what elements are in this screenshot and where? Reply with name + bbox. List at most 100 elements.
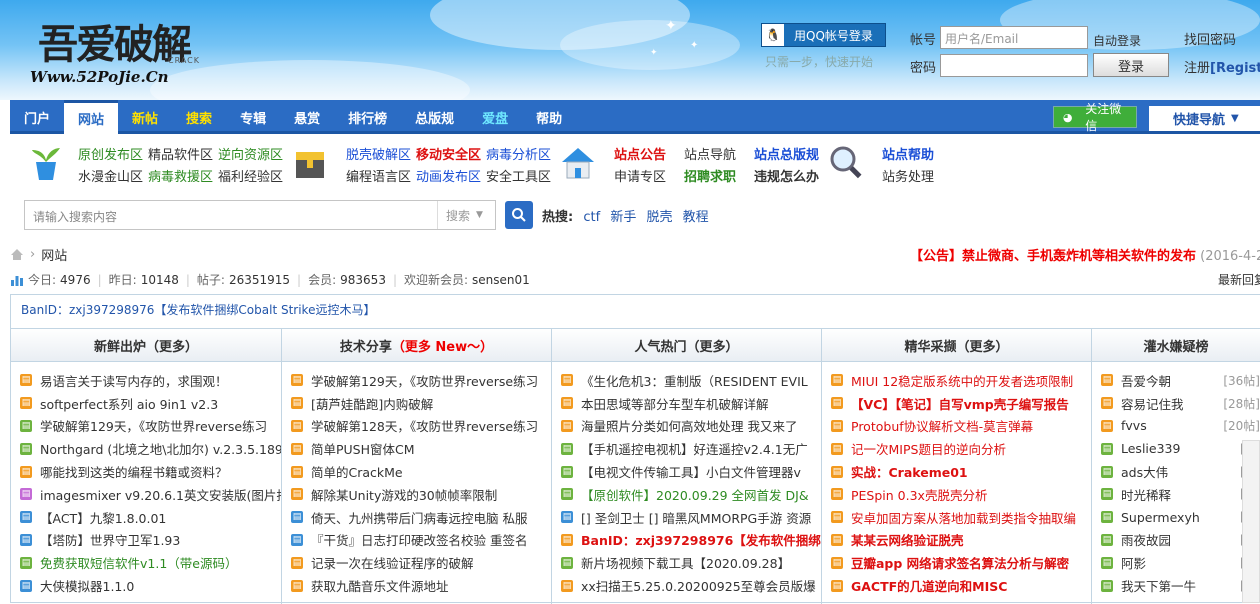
column-header[interactable]: 新鲜出炉 （更多）: [11, 328, 281, 362]
column-header[interactable]: 灌水嫌疑榜: [1092, 328, 1260, 362]
cat-link[interactable]: 移动安全区: [416, 144, 481, 163]
list-item[interactable]: ▤我天下第一牛[15: [1101, 574, 1260, 597]
cat-link[interactable]: 原创发布区: [78, 144, 143, 163]
hot-search-link[interactable]: 脱壳: [646, 210, 672, 225]
nav-item-album[interactable]: 专辑: [226, 100, 280, 134]
cat-link[interactable]: 动画发布区: [416, 166, 481, 185]
cat-link[interactable]: 精品软件区: [148, 144, 213, 163]
list-item[interactable]: ▤ 新片场视频下载工具【2020.09.28】: [561, 551, 821, 574]
list-item[interactable]: ▤ 实战：Crakeme01: [831, 460, 1091, 483]
nav-item-portal[interactable]: 门户: [10, 100, 64, 134]
side-toolbar[interactable]: [1242, 440, 1260, 603]
cat-link[interactable]: 违规怎么办: [754, 166, 819, 185]
cat-link[interactable]: 逆向资源区: [218, 144, 283, 163]
list-item[interactable]: ▤ BanID：zxj397298976【发布软件捆绑C: [561, 529, 821, 552]
list-item[interactable]: ▤ 海量照片分类如何高效地处理 我又来了: [561, 415, 821, 438]
list-item[interactable]: ▤时光稀释[16: [1101, 483, 1260, 506]
cat-link[interactable]: 站务处理: [882, 166, 934, 185]
forgot-password-link[interactable]: 找回密码: [1184, 29, 1236, 48]
search-type-select[interactable]: 搜索 ▼: [437, 201, 497, 229]
list-item[interactable]: ▤ 易语言关于读写内存的，求围观！: [20, 369, 281, 392]
list-item[interactable]: ▤ 《生化危机3：重制版（RESIDENT EVIL: [561, 369, 821, 392]
list-item[interactable]: ▤ 【手机遥控电视机】好连遥控v2.4.1无广: [561, 437, 821, 460]
list-item[interactable]: ▤ 记一次MIPS题目的逆向分析: [831, 437, 1091, 460]
nav-item-help[interactable]: 帮助: [522, 100, 576, 134]
cat-link[interactable]: 脱壳破解区: [346, 144, 411, 163]
list-item[interactable]: ▤ 免费获取短信软件v1.1（带e源码）: [20, 551, 281, 574]
list-item[interactable]: ▤ 大侠模拟器1.1.0: [20, 574, 281, 597]
list-item[interactable]: ▤ [] 圣剑卫士 [] 暗黑风MMORPG手游 资源: [561, 506, 821, 529]
breadcrumb-current[interactable]: 网站: [41, 245, 67, 264]
list-item[interactable]: ▤ 容易记住我 [28帖]: [1101, 392, 1260, 415]
cat-link[interactable]: 站点导航: [684, 144, 736, 163]
list-item[interactable]: ▤ 【塔防】世界守卫军1.93: [20, 529, 281, 552]
cat-link[interactable]: 站点帮助: [882, 144, 934, 163]
list-item[interactable]: ▤ 学破解第129天，《攻防世界reverse练习: [20, 415, 281, 438]
list-item[interactable]: ▤ 学破解第129天，《攻防世界reverse练习: [291, 369, 551, 392]
auto-login-checkbox[interactable]: 自动登录: [1093, 32, 1141, 49]
list-item[interactable]: ▤ 哪能找到这类的编程书籍或资料？: [20, 460, 281, 483]
list-item[interactable]: ▤ 本田思域等部分车型车机破解详解: [561, 392, 821, 415]
account-input[interactable]: 用户名/Email: [940, 26, 1088, 49]
search-button[interactable]: [505, 201, 533, 229]
cat-link[interactable]: 站点总版规: [754, 144, 819, 163]
list-item[interactable]: ▤ 吾爱今朝 [36帖]: [1101, 369, 1260, 392]
stat-welcome-user[interactable]: sensen01: [472, 273, 530, 287]
cat-link[interactable]: 水漫金山区: [78, 166, 143, 185]
list-item[interactable]: ▤雨夜故园[16: [1101, 529, 1260, 552]
wechat-follow-button[interactable]: ◕ 关注微信: [1053, 102, 1137, 133]
nav-item-site[interactable]: 网站: [64, 100, 119, 134]
list-item[interactable]: ▤ imagesmixer v9.20.6.1英文安装版(图片批: [20, 483, 281, 506]
list-item[interactable]: ▤ fvvs [20帖]: [1101, 415, 1260, 438]
list-item[interactable]: ▤ 简单PUSH窗体CM: [291, 437, 551, 460]
list-item[interactable]: ▤ PESpin 0.3x壳脱壳分析: [831, 483, 1091, 506]
column-more-link[interactable]: （更多 New～）: [392, 336, 493, 355]
password-input[interactable]: [940, 54, 1088, 77]
cat-link[interactable]: 病毒分析区: [486, 144, 551, 163]
search-input[interactable]: 请输入搜索内容: [33, 208, 117, 225]
banid-announcement[interactable]: BanID：zxj397298976【发布软件捆绑Cobalt Strike远控…: [21, 301, 375, 318]
cat-link[interactable]: 福利经验区: [218, 166, 283, 185]
nav-item-bounty[interactable]: 悬赏: [280, 100, 334, 134]
list-item[interactable]: ▤ads大伟[19: [1101, 460, 1260, 483]
list-item[interactable]: ▤ GACTF的几道逆向和MISC: [831, 574, 1091, 597]
column-more-link[interactable]: （更多）: [957, 336, 1009, 355]
latest-reply-link[interactable]: 最新回复: [1218, 271, 1260, 288]
list-item[interactable]: ▤ 豆瓣app 网络请求签名算法分析与解密: [831, 551, 1091, 574]
list-item[interactable]: ▤ 【VC】【笔记】自写vmp壳子编写报告: [831, 392, 1091, 415]
list-item[interactable]: ▤ Northgard (北境之地\北加尔) v.2.3.5.189: [20, 437, 281, 460]
site-logo[interactable]: 吾爱破解 CRACK Www.52PoJie.Cn: [30, 12, 199, 86]
list-item[interactable]: ▤ 【原创软件】2020.09.29 全网首发 DJ&: [561, 483, 821, 506]
list-item[interactable]: ▤ 简单的CrackMe: [291, 460, 551, 483]
qq-login-button[interactable]: 🐧 用QQ帐号登录: [761, 23, 886, 47]
list-item[interactable]: ▤ MIUI 12稳定版系统中的开发者选项限制: [831, 369, 1091, 392]
nav-item-new-posts[interactable]: 新帖: [118, 100, 172, 134]
list-item[interactable]: ▤ 【电视文件传输工具】小白文件管理器v: [561, 460, 821, 483]
list-item[interactable]: ▤ [葫芦娃酷跑]内购破解: [291, 392, 551, 415]
nav-item-search[interactable]: 搜索: [172, 100, 226, 134]
list-item[interactable]: ▤ 某某云网络验证脱壳: [831, 529, 1091, 552]
list-item[interactable]: ▤ 『干货』日志打印硬改签名校验 重签名: [291, 529, 551, 552]
column-header[interactable]: 精华采撷 （更多）: [822, 328, 1091, 362]
list-item[interactable]: ▤ 获取九酷音乐文件源地址: [291, 574, 551, 597]
list-item[interactable]: ▤Leslie339[19: [1101, 437, 1260, 460]
cat-link[interactable]: 招聘求职: [684, 166, 736, 185]
list-item[interactable]: ▤ xx扫描王5.25.0.20200925至尊会员版爆: [561, 574, 821, 597]
list-item[interactable]: ▤ softperfect系列 aio 9in1 v2.3: [20, 392, 281, 415]
quick-nav-dropdown[interactable]: 快捷导航 ▼: [1149, 106, 1260, 131]
cat-link[interactable]: 站点公告: [614, 144, 666, 163]
hot-search-link[interactable]: 新手: [610, 210, 636, 225]
register-link[interactable]: 注册[Register]: [1184, 57, 1260, 76]
cat-link[interactable]: 编程语言区: [346, 166, 411, 185]
column-header[interactable]: 技术分享 （更多 New～）: [282, 328, 551, 362]
list-item[interactable]: ▤ 倚天、九州携带后门病毒远控电脑 私服: [291, 506, 551, 529]
cat-link[interactable]: 病毒救援区: [148, 166, 213, 185]
list-item[interactable]: ▤阿影[15: [1101, 551, 1260, 574]
list-item[interactable]: ▤ 安卓加固方案从落地加载到类指令抽取编: [831, 506, 1091, 529]
nav-item-ranking[interactable]: 排行榜: [334, 100, 401, 134]
home-icon[interactable]: [10, 248, 24, 261]
column-header[interactable]: 人气热门 （更多）: [552, 328, 821, 362]
hot-search-link[interactable]: ctf: [583, 210, 600, 225]
hot-search-link[interactable]: 教程: [683, 210, 709, 225]
login-button[interactable]: 登录: [1093, 53, 1169, 77]
